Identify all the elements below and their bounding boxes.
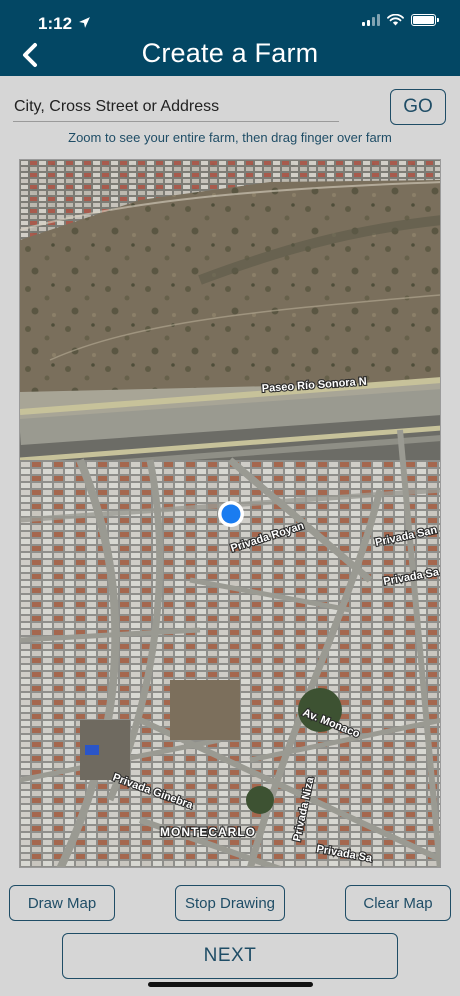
- draw-map-button[interactable]: Draw Map: [9, 885, 115, 921]
- address-search-input[interactable]: [13, 92, 339, 122]
- nav-header: 1:12 Create a Farm: [0, 0, 460, 76]
- cellular-signal-icon: [362, 14, 380, 26]
- next-button[interactable]: NEXT: [62, 933, 398, 979]
- go-button[interactable]: GO: [390, 89, 446, 125]
- current-location-dot-icon: [221, 504, 241, 524]
- status-time: 1:12: [38, 14, 73, 33]
- location-arrow-icon: [79, 17, 90, 28]
- search-row: GO: [0, 86, 460, 126]
- page-title: Create a Farm: [141, 38, 319, 68]
- status-icons: [362, 14, 439, 26]
- home-indicator: [148, 982, 313, 987]
- satellite-map[interactable]: Paseo Río Sonora N Privada Royan Privada…: [19, 159, 441, 868]
- map-label-montecarlo: MONTECARLO: [160, 825, 256, 839]
- stop-drawing-button[interactable]: Stop Drawing: [175, 885, 285, 921]
- clear-map-button[interactable]: Clear Map: [345, 885, 451, 921]
- wifi-icon: [387, 14, 404, 26]
- battery-icon: [411, 14, 439, 26]
- map-instruction-text: Zoom to see your entire farm, then drag …: [68, 130, 392, 145]
